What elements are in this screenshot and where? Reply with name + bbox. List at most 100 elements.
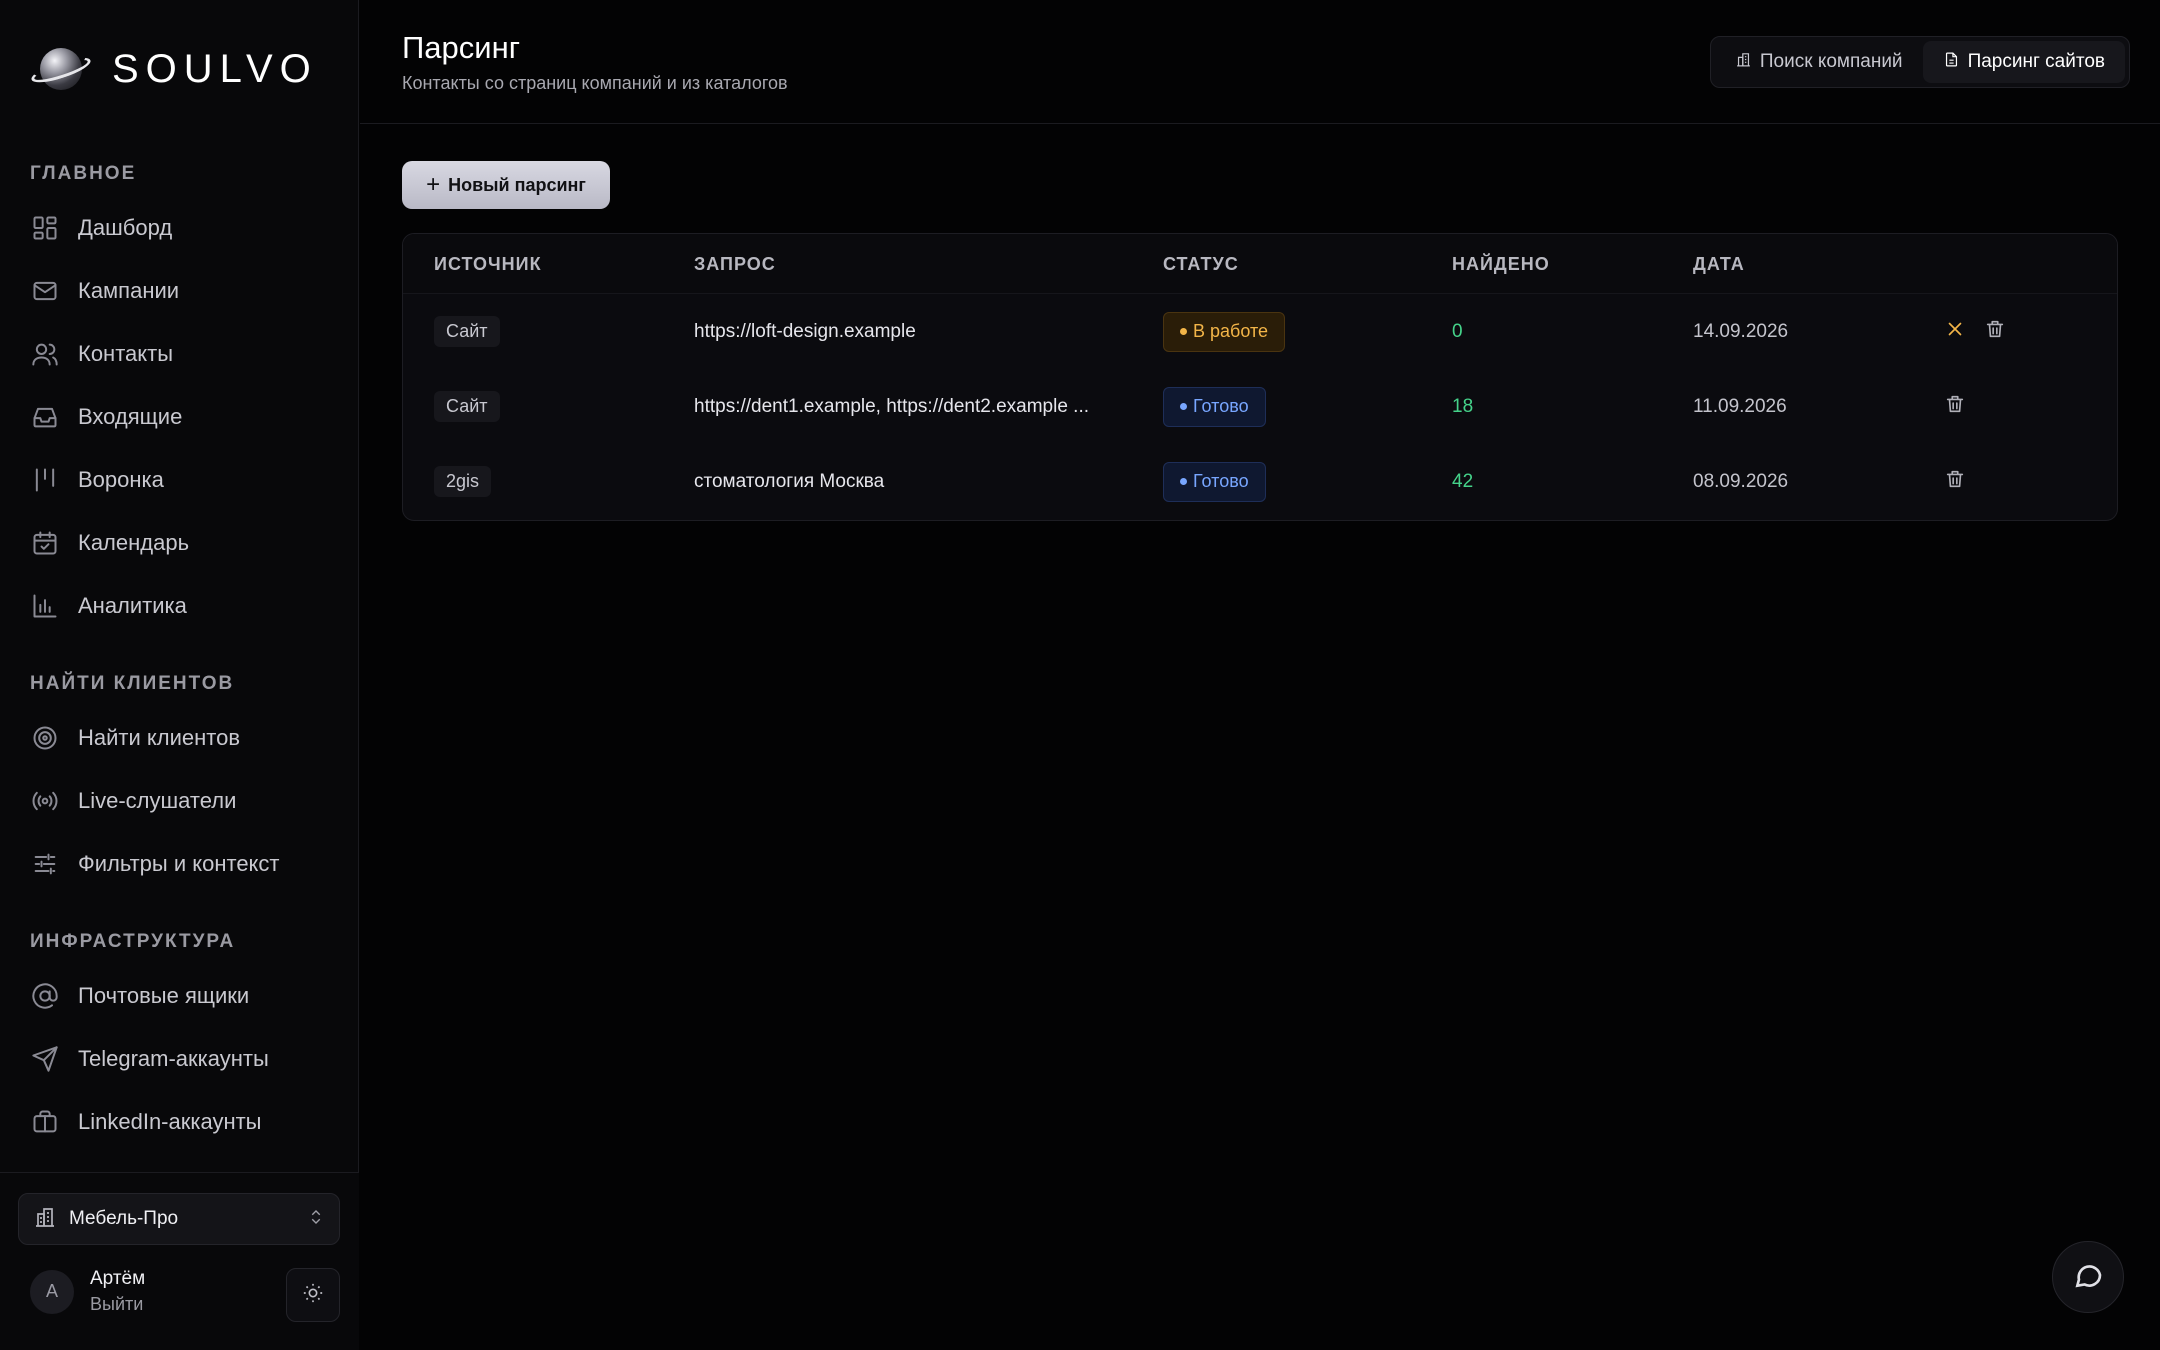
trash-icon[interactable]	[1984, 318, 2006, 346]
source-badge: Сайт	[434, 316, 500, 347]
sidebar-item-label: Календарь	[78, 530, 190, 555]
table-header: ИСТОЧНИК ЗАПРОС СТАТУС НАЙДЕНО ДАТА	[403, 234, 2117, 294]
cancel-icon[interactable]	[1944, 318, 1966, 346]
table-row[interactable]: 2gis стоматология Москва Готово 42 08.09…	[403, 444, 2117, 519]
sidebar-item-live-listeners[interactable]: Live-слушатели	[30, 781, 330, 821]
column-header-status: СТАТУС	[1163, 254, 1239, 274]
section-title-find-clients: НАЙТИ КЛИЕНТОВ	[30, 673, 235, 694]
sidebar-item-inbox[interactable]: Входящие	[30, 397, 330, 437]
sidebar-item-find-clients[interactable]: Найти клиентов	[30, 718, 330, 758]
sun-icon	[302, 1282, 324, 1309]
found-count: 42	[1452, 470, 1474, 492]
date-cell: 11.09.2026	[1693, 395, 1787, 417]
tab-site-parsing[interactable]: Парсинг сайтов	[1922, 41, 2125, 83]
query-cell: стоматология Москва	[694, 470, 885, 492]
broadcast-icon	[30, 786, 60, 816]
sidebar-item-label: Контакты	[78, 341, 174, 366]
tab-label: Парсинг сайтов	[1967, 51, 2105, 72]
chevron-up-down-icon	[307, 1208, 325, 1231]
status-badge: В работе	[1163, 311, 1286, 352]
dashboard-icon	[30, 213, 60, 243]
sidebar-item-label: Входящие	[78, 404, 183, 429]
target-icon	[30, 723, 60, 753]
sidebar-item-label: Telegram-аккаунты	[78, 1046, 269, 1071]
section-title-infrastructure: ИНФРАСТРУКТУРА	[30, 931, 236, 952]
sidebar: SOULVO ГЛАВНОЕ Дашборд Кампании Контакты…	[0, 0, 359, 1350]
workspace-switcher[interactable]: Мебель-Про	[18, 1193, 340, 1245]
inbox-icon	[30, 402, 60, 432]
sidebar-item-analytics[interactable]: Аналитика	[30, 586, 330, 626]
status-label: В работе	[1193, 321, 1269, 341]
page-subtitle: Контакты со страниц компаний и из катало…	[402, 73, 788, 93]
workspace-name: Мебель-Про	[69, 1208, 179, 1229]
sidebar-item-contacts[interactable]: Контакты	[30, 334, 330, 374]
section-title-main: ГЛАВНОЕ	[30, 163, 137, 184]
date-cell: 14.09.2026	[1693, 320, 1789, 342]
tab-label: Поиск компаний	[1759, 51, 1903, 72]
trash-icon[interactable]	[1944, 468, 1966, 496]
sidebar-item-label: Найти клиентов	[78, 725, 241, 750]
status-label: Готово	[1193, 396, 1249, 416]
plus-icon: +	[426, 171, 441, 198]
chat-support-button[interactable]	[2052, 1241, 2124, 1313]
date-cell: 08.09.2026	[1693, 470, 1789, 492]
funnel-icon	[30, 465, 60, 495]
briefcase-icon	[30, 1107, 60, 1137]
sidebar-item-telegram[interactable]: Telegram-аккаунты	[30, 1039, 330, 1079]
brand-name: SOULVO	[112, 46, 318, 91]
chat-bubble-icon	[2072, 1259, 2104, 1296]
theme-toggle-button[interactable]	[286, 1268, 340, 1322]
source-badge: 2gis	[434, 466, 492, 497]
sidebar-item-filters[interactable]: Фильтры и контекст	[30, 844, 330, 884]
found-count: 0	[1452, 320, 1463, 342]
source-badge: Сайт	[434, 391, 500, 422]
building-icon	[1735, 51, 1760, 74]
column-header-found: НАЙДЕНО	[1452, 254, 1550, 274]
chart-icon	[30, 591, 60, 621]
send-icon	[30, 1044, 60, 1074]
sidebar-item-label: Фильтры и контекст	[78, 851, 280, 876]
status-label: Готово	[1193, 471, 1249, 491]
sidebar-item-calendar[interactable]: Календарь	[30, 523, 330, 563]
avatar: А	[30, 1269, 74, 1314]
planet-logo-icon	[29, 40, 93, 98]
table-row[interactable]: Сайт https://dent1.example, https://dent…	[403, 369, 2117, 444]
sidebar-item-dashboard[interactable]: Дашборд	[30, 208, 330, 248]
status-badge: Готово	[1163, 386, 1266, 427]
table-row[interactable]: Сайт https://loft-design.example В работ…	[403, 294, 2117, 369]
found-count: 18	[1452, 395, 1474, 417]
sidebar-item-mailboxes[interactable]: Почтовые ящики	[30, 976, 330, 1016]
sidebar-item-label: Почтовые ящики	[78, 983, 250, 1008]
new-parsing-button[interactable]: + Новый парсинг	[402, 161, 610, 209]
user-name: Артём	[90, 1268, 146, 1289]
column-header-query: ЗАПРОС	[694, 254, 776, 274]
sidebar-footer: Мебель-Про А Артём Выйти	[0, 1172, 359, 1350]
sidebar-item-label: Воронка	[78, 467, 164, 492]
sidebar-item-label: Аналитика	[78, 593, 187, 618]
column-header-date: ДАТА	[1693, 254, 1745, 274]
building-icon	[33, 1205, 57, 1234]
sidebar-item-label: Кампании	[78, 278, 180, 303]
page-header: Парсинг Контакты со страниц компаний и и…	[360, 0, 2160, 124]
brand-logo[interactable]: SOULVO	[29, 40, 318, 98]
sliders-icon	[30, 849, 60, 879]
at-icon	[30, 981, 60, 1011]
status-badge: Готово	[1163, 461, 1266, 502]
tab-company-search[interactable]: Поиск компаний	[1715, 41, 1923, 83]
sidebar-item-linkedin[interactable]: LinkedIn-аккаунты	[30, 1102, 330, 1142]
users-icon	[30, 339, 60, 369]
sidebar-item-label: LinkedIn-аккаунты	[78, 1109, 262, 1134]
query-cell: https://loft-design.example	[694, 320, 916, 342]
page-title: Парсинг	[402, 30, 521, 65]
trash-icon[interactable]	[1944, 393, 1966, 421]
calendar-icon	[30, 528, 60, 558]
sidebar-item-campaigns[interactable]: Кампании	[30, 271, 330, 311]
sidebar-item-label: Дашборд	[78, 215, 173, 240]
document-icon	[1943, 51, 1968, 74]
parsing-table: ИСТОЧНИК ЗАПРОС СТАТУС НАЙДЕНО ДАТА Сайт…	[402, 233, 2118, 521]
new-parsing-label: Новый парсинг	[448, 174, 586, 195]
logout-link[interactable]: Выйти	[90, 1294, 145, 1315]
column-header-source: ИСТОЧНИК	[434, 254, 542, 274]
sidebar-item-label: Live-слушатели	[78, 788, 237, 813]
sidebar-item-funnel[interactable]: Воронка	[30, 460, 330, 500]
